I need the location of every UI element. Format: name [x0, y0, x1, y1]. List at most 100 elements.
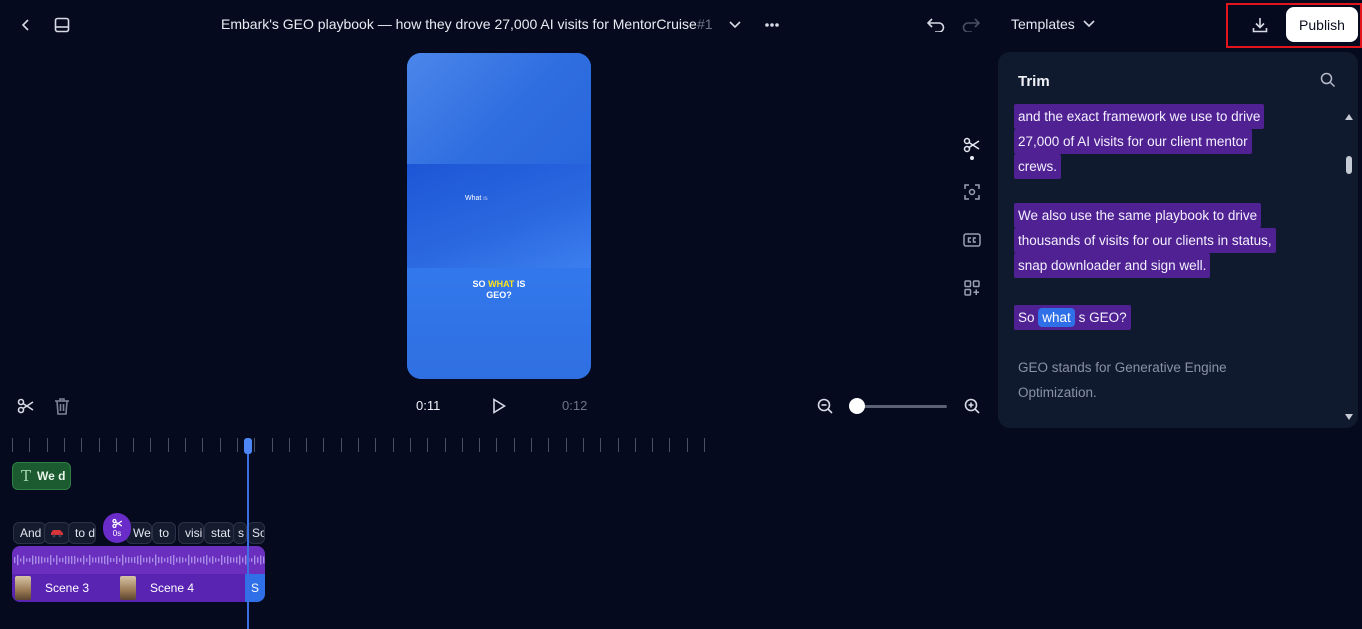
timeline-ruler[interactable]	[12, 438, 712, 452]
waveform-bar	[71, 555, 73, 565]
transcript-line[interactable]: 27,000 of AI visits for our client mento…	[1014, 129, 1252, 154]
text-t-icon: T	[21, 467, 32, 485]
redo-icon[interactable]	[961, 15, 981, 35]
project-title[interactable]: Embark's GEO playbook — how they drove 2…	[221, 16, 697, 32]
transcript-paragraph-current[interactable]: So what s GEO?	[1014, 305, 1131, 330]
focus-frame-icon[interactable]	[962, 182, 982, 202]
word-chip-emoji[interactable]	[44, 522, 70, 544]
word-chip[interactable]: visi	[178, 522, 204, 544]
waveform-bar	[254, 555, 256, 565]
split-scissors-icon[interactable]	[16, 396, 36, 416]
waveform-bar	[53, 558, 55, 562]
trash-icon[interactable]	[52, 396, 72, 416]
waveform-bar	[197, 557, 199, 563]
waveform-bar	[62, 557, 64, 563]
elements-grid-icon[interactable]	[962, 278, 982, 298]
scroll-down-arrow[interactable]	[1345, 414, 1353, 420]
zoom-in-icon[interactable]	[962, 396, 982, 416]
waveform-bar	[209, 557, 211, 563]
scroll-up-arrow[interactable]	[1345, 114, 1353, 120]
publish-button[interactable]: Publish	[1286, 7, 1358, 42]
waveform-bar	[68, 556, 70, 564]
waveform-bar	[233, 557, 235, 563]
waveform-bar	[65, 555, 67, 565]
current-time: 0:11	[416, 398, 441, 413]
undo-icon[interactable]	[926, 15, 946, 35]
transcript-paragraph[interactable]: and the exact framework we use to drive …	[1014, 104, 1265, 179]
transcript-line[interactable]: thousands of visits for our clients in s…	[1014, 228, 1276, 253]
transcript-paragraph-upcoming[interactable]: GEO stands for Generative Engine Optimiz…	[1018, 355, 1227, 405]
waveform-bar	[44, 557, 46, 563]
text-clip[interactable]: T We d	[12, 462, 71, 490]
download-icon[interactable]	[1250, 14, 1270, 36]
word-chip[interactable]: to	[152, 522, 176, 544]
waveform-bar	[122, 554, 124, 566]
word-chip[interactable]: So	[247, 522, 265, 544]
transcript-line[interactable]: We also use the same playbook to drive	[1014, 203, 1262, 228]
playhead-line	[247, 446, 249, 629]
waveform-bar	[83, 555, 85, 565]
ruler-tick	[513, 438, 515, 452]
audio-waveform-track[interactable]	[12, 546, 265, 574]
scene-clip-3[interactable]: Scene 3	[12, 574, 117, 602]
waveform-bar	[128, 557, 130, 563]
ruler-tick	[479, 438, 481, 452]
layout-panel-icon[interactable]	[52, 15, 72, 35]
waveform-bar	[98, 556, 100, 564]
waveform-bar	[41, 556, 43, 564]
waveform-bar	[125, 557, 127, 563]
waveform-bar	[92, 557, 94, 563]
split-marker[interactable]: 0s	[103, 513, 131, 543]
waveform-bar	[95, 557, 97, 563]
transcript-line[interactable]: snap downloader and sign well.	[1014, 253, 1211, 278]
waveform-bar	[56, 555, 58, 565]
zoom-slider-handle[interactable]	[849, 398, 865, 414]
ruler-tick	[617, 438, 619, 452]
ruler-tick	[202, 438, 204, 452]
total-time: 0:12	[562, 398, 588, 413]
more-options-icon[interactable]	[762, 15, 782, 35]
ruler-tick	[461, 438, 463, 452]
preview-panel-top	[407, 53, 591, 164]
scene-clip-4[interactable]: Scene 4	[117, 574, 245, 602]
ruler-tick	[582, 438, 584, 452]
ruler-tick	[358, 438, 359, 452]
waveform-bar	[101, 556, 103, 564]
word-chip[interactable]: to d	[68, 522, 96, 544]
chevron-down-icon	[1083, 20, 1095, 28]
ruler-tick	[306, 438, 308, 452]
waveform-bar	[131, 557, 133, 563]
scroll-thumb[interactable]	[1346, 156, 1352, 174]
waveform-bar	[143, 557, 145, 563]
chevron-down-icon[interactable]	[726, 15, 744, 35]
waveform-bar	[86, 558, 88, 562]
transcript-paragraph[interactable]: We also use the same playbook to drive t…	[1014, 203, 1276, 278]
waveform-bar	[17, 554, 19, 566]
transcript-line[interactable]: and the exact framework we use to drive	[1014, 104, 1265, 129]
zoom-slider-track[interactable]	[853, 405, 947, 408]
scene-label: S	[250, 581, 259, 595]
captions-cc-icon[interactable]	[962, 230, 982, 250]
search-icon[interactable]	[1320, 72, 1338, 90]
scissors-icon[interactable]	[962, 135, 982, 155]
waveform-bar	[89, 554, 91, 566]
transcript-line[interactable]: Optimization.	[1018, 380, 1227, 405]
transcript-line[interactable]: crews.	[1014, 154, 1062, 179]
play-icon[interactable]	[489, 396, 509, 416]
transcript-line[interactable]: So what s GEO?	[1014, 305, 1131, 330]
word-chip[interactable]: s	[233, 522, 247, 544]
panel-scrollbar[interactable]	[1344, 112, 1354, 422]
waveform-bar	[221, 555, 223, 565]
transcript-line[interactable]: GEO stands for Generative Engine	[1018, 355, 1227, 380]
word-chip[interactable]: stat	[204, 522, 234, 544]
waveform-bar	[194, 556, 196, 564]
word-chip[interactable]: And	[13, 522, 46, 544]
back-arrow-icon[interactable]	[16, 15, 36, 35]
templates-dropdown[interactable]: Templates	[1011, 16, 1095, 32]
zoom-out-icon[interactable]	[815, 396, 835, 416]
video-preview[interactable]: What is SO WHAT IS GEO?	[407, 53, 591, 379]
waveform-bar	[242, 557, 244, 563]
current-word[interactable]: what	[1038, 308, 1075, 327]
waveform-bar	[227, 555, 229, 565]
playhead-handle[interactable]	[244, 438, 252, 454]
